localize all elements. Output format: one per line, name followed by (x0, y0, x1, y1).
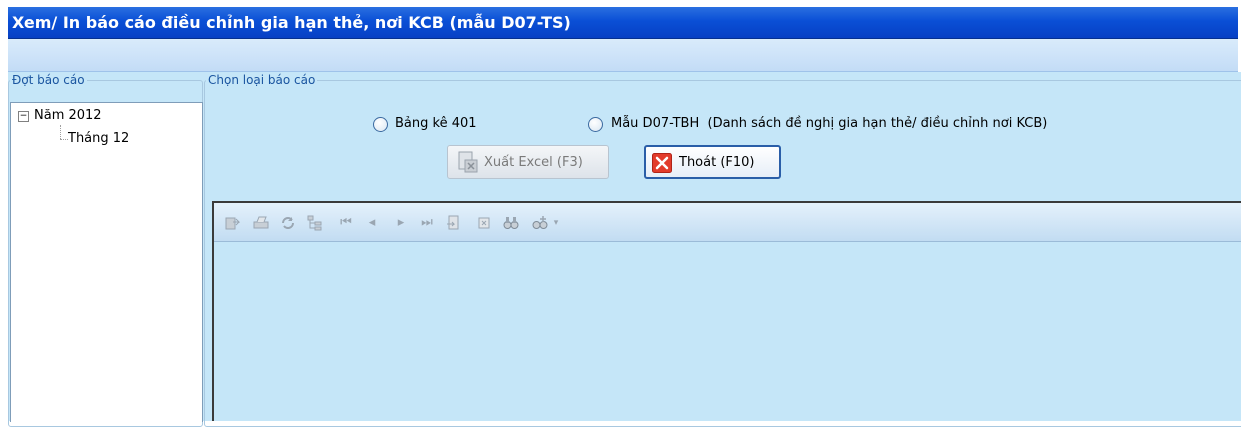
close-icon (652, 153, 672, 173)
last-page-icon[interactable]: ⏭ (419, 215, 435, 231)
window-title-bar: Xem/ In báo cáo điều chỉnh gia hạn thẻ, … (8, 7, 1238, 39)
refresh-icon[interactable] (280, 215, 296, 231)
period-legend: Đợt báo cáo (10, 73, 87, 87)
tree-toggle-icon[interactable] (307, 215, 323, 231)
radio-mau-d07-tbh[interactable] (588, 117, 603, 132)
main-panel: Đợt báo cáo − Năm 2012 Tháng 12 Chọn loạ… (8, 72, 1241, 427)
report-viewer-toolbar: ⏮ ◂ ▸ ⏭ ▾ (214, 203, 1241, 242)
tree-connector (60, 139, 68, 140)
radio-label-bang-ke-401[interactable]: Bảng kê 401 (395, 116, 477, 131)
toolbar-strip (8, 39, 1238, 72)
next-page-icon[interactable]: ▸ (393, 215, 409, 231)
stop-icon[interactable] (476, 215, 492, 231)
report-viewer[interactable]: ⏮ ◂ ▸ ⏭ ▾ (212, 201, 1241, 421)
exit-button[interactable]: Thoát (F10) (644, 145, 781, 179)
report-type-legend: Chọn loại báo cáo (206, 73, 318, 87)
export-excel-label: Xuất Excel (F3) (484, 155, 583, 170)
excel-export-icon (458, 151, 478, 173)
zoom-icon[interactable] (532, 215, 548, 231)
print-icon[interactable] (253, 215, 269, 231)
export-icon[interactable] (224, 215, 241, 231)
period-tree[interactable]: − Năm 2012 Tháng 12 (10, 102, 203, 422)
radio-bang-ke-401[interactable] (373, 117, 388, 132)
tree-node-month[interactable]: Tháng 12 (68, 131, 129, 146)
window-title: Xem/ In báo cáo điều chỉnh gia hạn thẻ, … (12, 13, 571, 32)
previous-page-icon[interactable]: ◂ (364, 215, 380, 231)
radio-label-mau-d07-tbh[interactable]: Mẫu D07-TBH (Danh sách đề nghị gia hạn t… (611, 116, 1047, 131)
tree-node-year[interactable]: Năm 2012 (34, 108, 102, 123)
tree-connector (60, 125, 61, 139)
first-page-icon[interactable]: ⏮ (338, 215, 354, 231)
export-excel-button[interactable]: Xuất Excel (F3) (447, 145, 609, 179)
chevron-down-icon[interactable]: ▾ (548, 215, 564, 231)
goto-page-icon[interactable] (446, 215, 462, 231)
exit-label: Thoát (F10) (679, 155, 755, 170)
find-icon[interactable] (503, 215, 519, 231)
collapse-icon[interactable]: − (18, 111, 29, 122)
